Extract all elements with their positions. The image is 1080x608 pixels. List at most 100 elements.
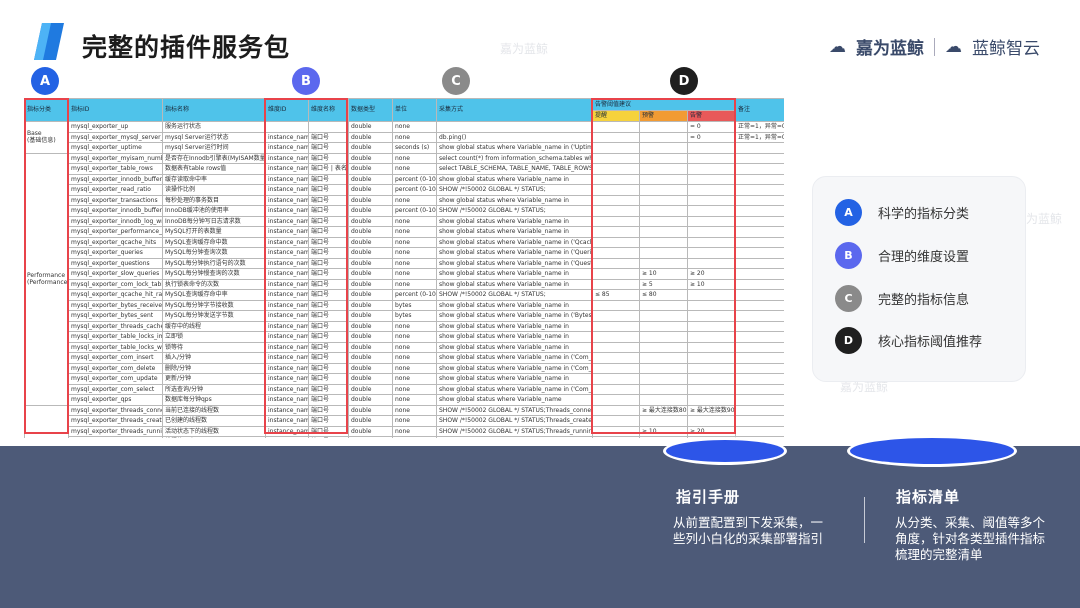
col-header: 备注 [735, 98, 784, 122]
table-cell [639, 299, 688, 311]
table-cell: MySQL每分钟字节接收数 [162, 299, 266, 311]
table-cell [735, 425, 784, 437]
table-cell: instance_name [265, 247, 309, 259]
table-cell [735, 142, 784, 154]
table-cell: show global status where Variable_name i… [436, 331, 593, 343]
table-cell [687, 247, 736, 259]
table-row: mysql_exporter_questions MySQL每分钟执行语句的次数 i… [25, 257, 784, 269]
table-cell: 服务运行状态 [162, 121, 266, 133]
table-cell: double [348, 352, 393, 364]
table-cell: 端口号 [308, 131, 349, 143]
table-cell: ≤ 80 [639, 289, 688, 301]
table-cell: 端口号 [308, 257, 349, 269]
table-cell [687, 383, 736, 395]
table-cell [639, 373, 688, 385]
brand-logos: ☁ 嘉为蓝鲸 ☁ 蓝鲸智云 [829, 34, 1040, 60]
table-cell [592, 205, 640, 217]
table-cell: instance_name [265, 425, 309, 437]
table-cell: double [348, 394, 393, 406]
table-cell: MySQL每分钟发送字节数 [162, 310, 266, 322]
table-cell: 锁等待 [162, 341, 266, 353]
table-cell [592, 247, 640, 259]
table-cell: instance_name [265, 236, 309, 248]
table-cell: mysql_exporter_com_insert [68, 352, 163, 364]
table-cell [592, 331, 640, 343]
table-row: mysql_exporter_innodb_buffer_pool_hit缓存读… [25, 173, 784, 185]
table-cell: show global status where Variable_name i… [436, 215, 593, 227]
table-cell: none [392, 215, 437, 227]
table-cell [639, 383, 688, 395]
table-cell [687, 152, 736, 164]
table-cell: double [348, 226, 393, 238]
table-cell: mysql_exporter_threads_connected [68, 404, 163, 416]
table-cell [735, 205, 784, 217]
table-cell [592, 415, 640, 427]
table-cell: 线程使用率 [162, 436, 266, 438]
table-cell [687, 415, 736, 427]
table-cell [687, 362, 736, 374]
slide: 完整的插件服务包 ☁ 嘉为蓝鲸 ☁ 蓝鲸智云 嘉为蓝鲸 嘉为蓝鲸 嘉为蓝鲸 嘉为… [0, 0, 1080, 608]
table-cell: none [392, 331, 437, 343]
table-cell [592, 131, 640, 143]
table-cell: show global status where Variable_name i… [436, 247, 593, 259]
legend-label: 科学的指标分类 [878, 207, 970, 222]
table-cell: 端口号 [308, 152, 349, 164]
table-cell: 端口号 [308, 205, 349, 217]
table-cell: none [392, 236, 437, 248]
table-row: mysql_exporter_slow_queries MySQL每分钟慢查询的次… [25, 268, 784, 280]
table-cell [308, 121, 349, 133]
table-cell: none [392, 278, 437, 290]
table-cell: mysql_exporter_table_locks_immediate [68, 331, 163, 343]
table-row: mysql_exporter_threads_used_ratio线程使用率in… [25, 436, 784, 438]
table-cell [687, 226, 736, 238]
table-cell: instance_name [265, 310, 309, 322]
table-cell: show global status where Variable_name i… [436, 268, 593, 280]
table-cell: none [392, 121, 437, 133]
table-cell [592, 226, 640, 238]
table-cell: select count(*) from information_schema.… [436, 152, 593, 164]
table-cell: double [348, 194, 393, 206]
table-cell: mysql_exporter_com_select [68, 383, 163, 395]
table-cell [592, 362, 640, 374]
table-cell: none [392, 341, 437, 353]
table-cell [639, 163, 688, 175]
table-cell: double [348, 331, 393, 343]
table-cell: ≤ 85 [592, 289, 640, 301]
table-cell: ≥ 20 [687, 425, 736, 437]
table-row: mysql_exporter_queries MySQL每分钟查询次数 instan… [25, 247, 784, 259]
table-cell: none [392, 373, 437, 385]
table-cell: ≥ 最大连接数90% [687, 404, 736, 416]
table-row: mysql_exporter_com_insert 插入/分钟 instance_n… [25, 352, 784, 364]
table-cell [687, 142, 736, 154]
table-cell [639, 226, 688, 238]
table-cell: mysql_exporter_table_rows [68, 163, 163, 175]
table-cell [735, 415, 784, 427]
table-cell: instance_name [265, 163, 309, 175]
table-cell: ≥ 最大连接数80% [639, 404, 688, 416]
table-cell [735, 320, 784, 332]
table-cell: instance_name [265, 289, 309, 301]
table-cell: 端口号 [308, 184, 349, 196]
table-cell: double [348, 373, 393, 385]
table-cell: mysql Server运行状态 [162, 131, 266, 143]
table-cell: show global status where Variable_name [436, 394, 593, 406]
table-cell: none [392, 383, 437, 395]
legend-dot-d: D [835, 327, 862, 354]
table-cell [592, 436, 640, 438]
category-cell: Base (基础信息) [24, 121, 69, 154]
cloud-icon: ☁ [829, 36, 846, 57]
table-cell: instance_name [265, 142, 309, 154]
table-cell: SHOW /*!50002 GLOBAL */ STATUS; [436, 184, 593, 196]
table-cell: show global status where Variable_name i… [436, 299, 593, 311]
table-row: mysql_exporter_bytes_sent MySQL每分钟发送字节数 in… [25, 310, 784, 322]
table-row: mysql_exporter_com_update 更新/分钟 instance_n… [25, 373, 784, 385]
table-cell [735, 331, 784, 343]
table-cell: double [348, 404, 393, 416]
brand-name-right: 蓝鲸智云 [972, 39, 1040, 59]
table-cell: none [392, 394, 437, 406]
table-cell [735, 226, 784, 238]
metrics-table-container[interactable]: 指标分类 指标ID 指标名称 维度ID 维度名称 数据类型 单位 采集方式 告警… [24, 98, 784, 438]
table-cell: show global status where Variable_name i… [436, 320, 593, 332]
col-header: 指标名称 [162, 98, 266, 122]
table-row: mysql_exporter_uptime mysql Server运行时间 ins… [25, 142, 784, 154]
